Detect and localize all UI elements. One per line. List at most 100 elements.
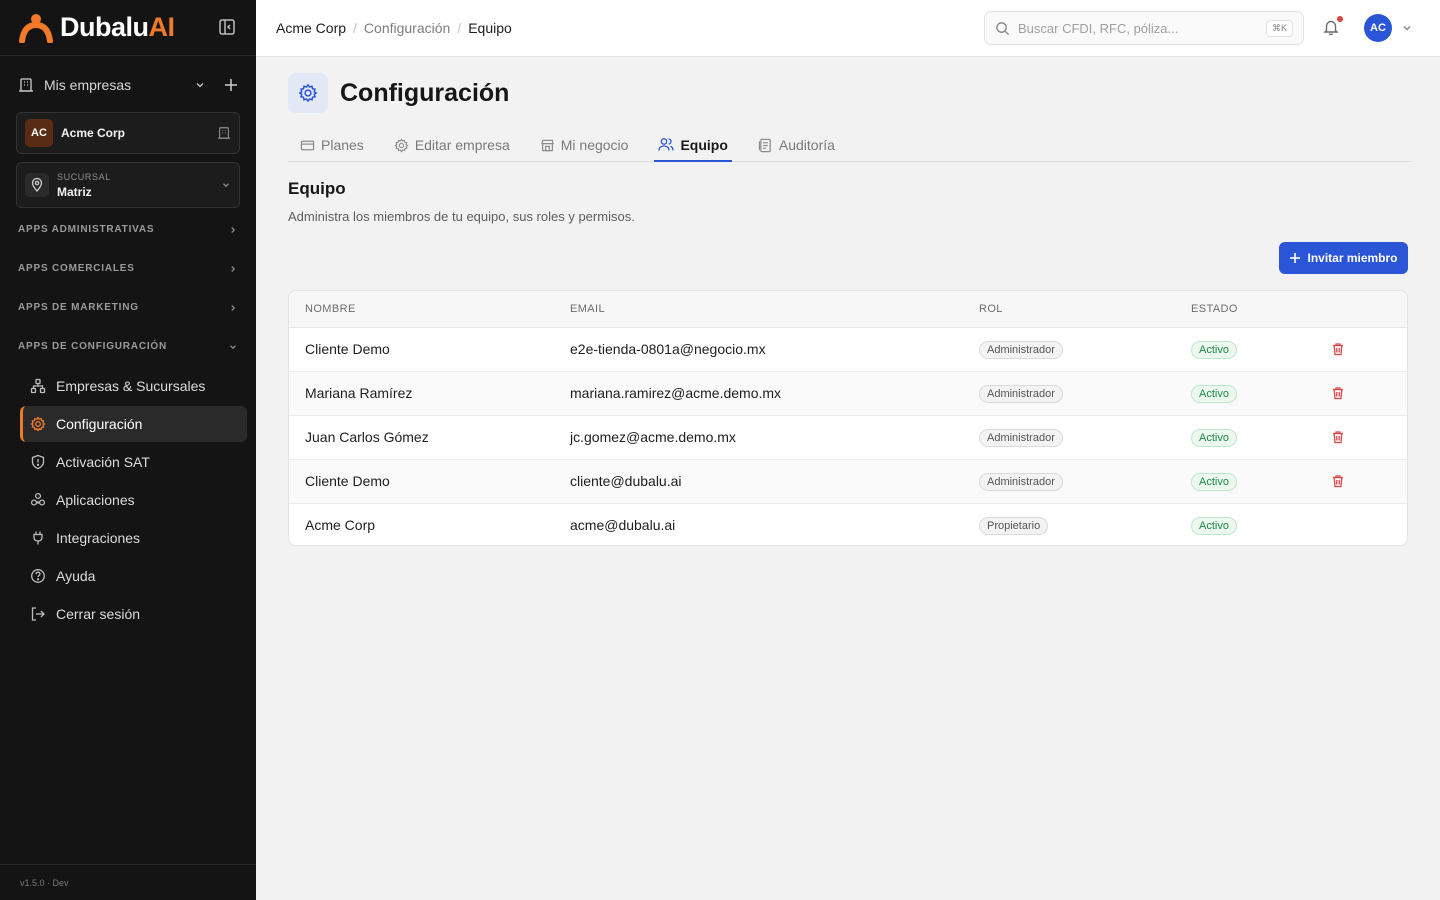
sidebar-item-aplicaciones[interactable]: Aplicaciones xyxy=(20,482,247,518)
tab-planes[interactable]: Planes xyxy=(296,129,368,161)
sidebar-item-ayuda[interactable]: Ayuda xyxy=(20,558,247,594)
role-badge: Propietario xyxy=(979,516,1049,535)
member-name: Cliente Demo xyxy=(289,459,554,504)
invite-member-label: Invitar miembro xyxy=(1307,251,1398,265)
tab-editar-empresa[interactable]: Editar empresa xyxy=(390,129,514,161)
audit-log-icon xyxy=(758,138,773,153)
search-input[interactable] xyxy=(1018,20,1266,36)
gear-icon xyxy=(288,73,328,113)
breadcrumb-item-company[interactable]: Acme Corp xyxy=(276,20,346,36)
status-badge: Activo xyxy=(1191,384,1237,403)
status-badge: Activo xyxy=(1191,516,1237,535)
mis-empresas-label: Mis empresas xyxy=(44,77,132,93)
mis-empresas-row[interactable]: Mis empresas xyxy=(18,71,238,99)
user-avatar[interactable]: AC xyxy=(1364,14,1392,42)
member-role-cell: Administrador xyxy=(963,327,1175,372)
tab-auditoria[interactable]: Auditoría xyxy=(754,129,839,161)
chevron-down-icon[interactable] xyxy=(1401,22,1413,34)
brand-logo[interactable]: Dubalu AI xyxy=(18,12,175,43)
logo-row: Dubalu AI xyxy=(0,0,256,56)
sidebar-item-label: Integraciones xyxy=(56,530,141,546)
member-name: Juan Carlos Gómez xyxy=(289,415,554,460)
delete-member-trash-icon[interactable] xyxy=(1331,430,1407,444)
sidebar-item-label: Cerrar sesión xyxy=(56,606,141,622)
logout-icon xyxy=(30,606,46,622)
invite-member-button[interactable]: Invitar miembro xyxy=(1279,242,1408,274)
building-icon xyxy=(217,126,231,140)
tab-equipo[interactable]: Equipo xyxy=(654,129,732,162)
chevron-down-icon[interactable] xyxy=(194,79,206,91)
role-badge: Administrador xyxy=(979,472,1063,491)
section-label: APPS DE CONFIGURACIÓN xyxy=(18,341,168,352)
tab-mi-negocio[interactable]: Mi negocio xyxy=(536,129,633,161)
sidebar-item-empresas-sucursales[interactable]: Empresas & Sucursales xyxy=(20,368,247,404)
member-name: Cliente Demo xyxy=(289,327,554,372)
column-header-actions xyxy=(1315,291,1407,328)
member-status-cell: Activo xyxy=(1175,371,1315,416)
member-status-cell: Activo xyxy=(1175,459,1315,504)
tab-label: Equipo xyxy=(680,136,728,153)
status-badge: Activo xyxy=(1191,340,1237,359)
table-row: Cliente Demo cliente@dubalu.ai Administr… xyxy=(289,459,1407,504)
sitemap-icon xyxy=(30,378,46,394)
tab-label: Planes xyxy=(321,137,364,153)
member-status-cell: Activo xyxy=(1175,503,1315,545)
company-selector[interactable]: AC Acme Corp xyxy=(16,112,240,154)
sidebar-item-activacion-sat[interactable]: Activación SAT xyxy=(20,444,247,480)
sidebar-nav: Empresas & Sucursales Configuración Acti… xyxy=(0,368,256,632)
users-icon xyxy=(658,137,675,152)
section-apps-marketing[interactable]: APPS DE MARKETING xyxy=(0,288,256,327)
breadcrumb-item-configuracion[interactable]: Configuración xyxy=(364,20,450,36)
map-pin-icon xyxy=(25,173,49,197)
member-actions-cell xyxy=(1315,327,1407,372)
search-icon xyxy=(995,21,1010,36)
member-email: jc.gomez@acme.demo.mx xyxy=(554,415,963,460)
breadcrumb: Acme Corp / Configuración / Equipo xyxy=(276,20,512,36)
breadcrumb-separator: / xyxy=(353,20,357,36)
sidebar-collapse-icon[interactable] xyxy=(218,18,238,38)
section-apps-administrativas[interactable]: APPS ADMINISTRATIVAS xyxy=(0,210,256,249)
chevron-right-icon xyxy=(228,303,238,313)
section-apps-configuracion[interactable]: APPS DE CONFIGURACIÓN xyxy=(0,327,256,366)
plug-icon xyxy=(30,530,46,546)
tab-label: Mi negocio xyxy=(560,137,629,153)
delete-member-trash-icon[interactable] xyxy=(1331,386,1407,400)
branch-label: SUCURSAL xyxy=(57,171,111,182)
main-content: Configuración Planes Editar empresa Mi n… xyxy=(256,57,1440,900)
status-badge: Activo xyxy=(1191,472,1237,491)
building-icon xyxy=(18,77,34,93)
role-badge: Administrador xyxy=(979,384,1063,403)
delete-member-trash-icon[interactable] xyxy=(1331,474,1407,488)
member-email: cliente@dubalu.ai xyxy=(554,459,963,504)
member-email: acme@dubalu.ai xyxy=(570,517,676,534)
role-badge: Administrador xyxy=(979,340,1063,359)
team-table: NOMBRE EMAIL ROL ESTADO Cliente Demo e2e… xyxy=(289,291,1407,545)
column-header-status: ESTADO xyxy=(1175,291,1315,328)
chevron-right-icon xyxy=(228,225,238,235)
sidebar-item-cerrar-sesion[interactable]: Cerrar sesión xyxy=(20,596,247,632)
sidebar-item-configuracion[interactable]: Configuración xyxy=(20,406,247,442)
table-row: Acme Corp acme@dubalu.ai Propietario Act… xyxy=(289,503,1407,545)
gear-icon xyxy=(394,137,409,153)
branch-value: Matriz xyxy=(57,184,92,199)
table-row: Juan Carlos Gómez jc.gomez@acme.demo.mx … xyxy=(289,415,1407,460)
status-badge: Activo xyxy=(1191,428,1237,447)
tab-label: Editar empresa xyxy=(414,137,510,153)
section-apps-comerciales[interactable]: APPS COMERCIALES xyxy=(0,249,256,288)
member-role-cell: Propietario xyxy=(963,503,1175,545)
global-search[interactable]: ⌘K xyxy=(984,11,1304,45)
sidebar-item-integraciones[interactable]: Integraciones xyxy=(20,520,247,556)
sidebar: Dubalu AI Mis empresas AC Acme Corp SUCUR… xyxy=(0,0,256,900)
member-name: Acme Corp xyxy=(305,517,376,534)
column-header-name: NOMBRE xyxy=(289,291,554,328)
brand-name-part1: Dubalu xyxy=(60,12,149,42)
branch-selector[interactable]: SUCURSAL Matriz xyxy=(16,162,240,208)
sidebar-item-label: Empresas & Sucursales xyxy=(56,378,206,394)
settings-tabs: Planes Editar empresa Mi negocio Equipo … xyxy=(288,129,1412,162)
breadcrumb-separator: / xyxy=(457,20,462,36)
credit-card-icon xyxy=(300,138,315,153)
section-label: APPS DE MARKETING xyxy=(18,302,139,313)
apps-icon xyxy=(30,492,46,508)
delete-member-trash-icon[interactable] xyxy=(1331,342,1407,356)
add-company-icon[interactable] xyxy=(224,78,238,92)
